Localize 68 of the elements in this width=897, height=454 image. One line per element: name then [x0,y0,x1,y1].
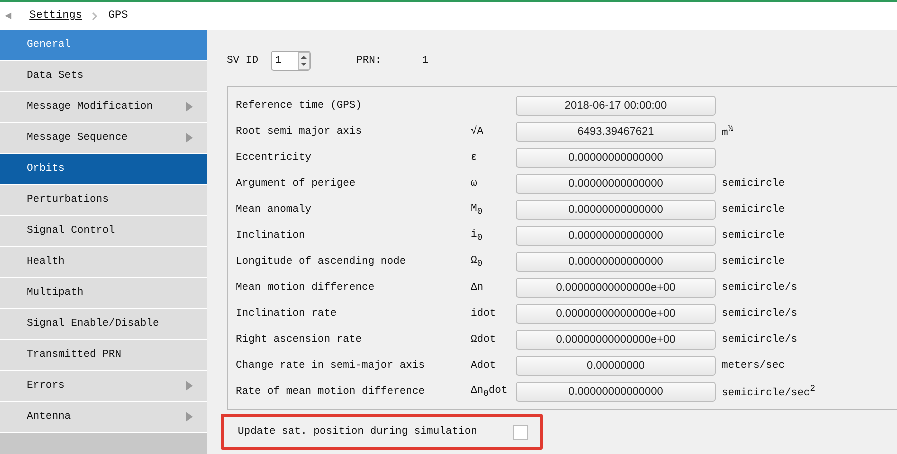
value-field[interactable]: 0.00000000000000e+00 [516,278,716,298]
sidebar-item[interactable]: Errors [0,371,207,402]
value-field[interactable]: 0.00000000 [516,356,716,376]
parameter-symbol: M$_{0}$ [471,202,483,215]
checkbox[interactable] [513,424,528,440]
parameter-symbol: Adot [471,360,496,372]
parameter-symbol: Δn$_{0}$dot [471,384,508,397]
sidebar-item[interactable]: Signal Control [0,216,207,247]
prn-value: 1 [422,55,429,67]
value-field[interactable]: 0.00000000000000e+00 [516,304,716,324]
parameter-label: Root semi major axis [236,126,364,138]
parameter-label: Rate of mean motion difference [236,386,426,398]
parameter-label: Eccentricity [236,152,313,164]
unit-label: semicircle/sec$^{2}$ [722,384,816,400]
value-field[interactable]: 0.00000000000000e+00 [516,330,716,350]
unit-label: semicircle/s [722,308,798,320]
value-field[interactable]: 2018-06-17 00:00:00 [516,96,716,116]
parameter-symbol: ε [471,152,478,164]
parameter-symbol: Ω$_{0}$ [471,254,483,267]
sidebar-item[interactable]: Multipath [0,278,207,309]
parameter-symbol: i$_{0}$ [471,228,483,241]
sidebar-item[interactable]: Transmitted PRN [0,340,207,371]
unit-label: semicircle [722,204,786,216]
parameter-symbol: idot [471,308,496,320]
sidebar-item[interactable]: Data Sets [0,61,207,92]
unit-label: semicircle [722,178,786,190]
unit-label: m$^{½}$ [722,124,734,140]
option-label: Update sat. position during simulation [238,426,478,438]
sidebar-item[interactable]: General [0,30,207,61]
parameter-symbol: Ωdot [471,334,496,346]
value-field[interactable]: 0.00000000000000 [516,200,716,220]
prn-label: PRN: [356,55,383,67]
value-field[interactable]: 0.00000000000000 [516,252,716,272]
parameter-label: Argument of perigee [236,178,357,190]
parameter-label: Longitude of ascending node [236,256,408,268]
parameter-symbol: ω [471,178,478,190]
parameter-label: Mean motion difference [236,282,376,294]
sidebar-item[interactable]: Signal Enable/Disable [0,309,207,340]
unit-label: semicircle/s [722,282,798,294]
unit-label: semicircle/s [722,334,798,346]
sidebar-item[interactable]: Antenna [0,402,207,433]
spin-arrows-icon[interactable] [298,52,310,70]
unit-label: meters/sec [722,360,786,372]
sidebar-item[interactable]: Health [0,247,207,278]
value-field[interactable]: 0.00000000000000 [516,382,716,402]
sidebar-item[interactable]: Message Sequence [0,123,207,154]
parameter-label: Mean anomaly [236,204,313,216]
sidebar-item[interactable]: Message Modification [0,92,207,123]
value-field[interactable]: 0.00000000000000 [516,226,716,246]
breadcrumb-link[interactable]: Settings [30,10,82,22]
breadcrumb-current: GPS [108,10,128,22]
value-field[interactable]: 6493.39467621 [516,122,716,142]
sv-id-spinbox[interactable]: 1 [270,51,311,71]
unit-label: semicircle [722,230,786,242]
sidebar-item[interactable]: Orbits [0,154,207,185]
chevron-icon [92,12,98,20]
unit-label: semicircle [722,256,786,268]
parameter-label: Inclination rate [236,308,338,320]
parameter-label: Inclination [236,230,306,242]
parameter-label: Reference time (GPS) [236,100,364,112]
value-field[interactable]: 0.00000000000000 [516,174,716,194]
value-field[interactable]: 0.00000000000000 [516,148,716,168]
sidebar-item[interactable]: Perturbations [0,185,207,216]
sv-id-label: SV ID [227,55,259,67]
parameter-label: Right ascension rate [236,334,364,346]
parameter-label: Change rate in semi-major axis [236,360,426,372]
parameter-symbol: Δn [471,282,484,294]
parameter-symbol: √A [471,126,484,138]
